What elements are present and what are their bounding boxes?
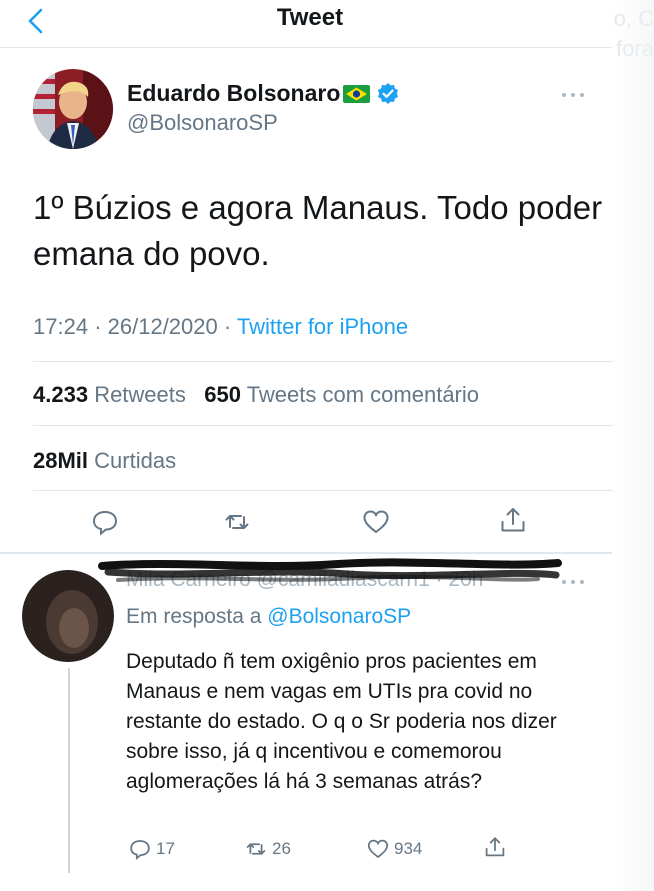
reply-more-options-icon[interactable] (560, 577, 586, 587)
retweet-icon[interactable] (222, 507, 252, 537)
reply-replies-count: 17 (156, 839, 175, 858)
reply-likes-count: 934 (394, 839, 423, 858)
like-icon (367, 839, 389, 859)
quotes-label: Tweets com comentário (246, 382, 479, 407)
author-handle[interactable]: @BolsonaroSP (127, 110, 278, 136)
reply-reply-button[interactable]: 17 (128, 837, 175, 861)
divider (33, 425, 613, 426)
engagement-stats: 4.233 Retweets 650 Tweets com comentário (33, 382, 479, 408)
photo-edge-shading (612, 0, 654, 891)
verified-badge-icon (378, 83, 398, 104)
reply-icon (130, 840, 150, 861)
retweets-count: 4.233 (33, 382, 89, 407)
tweet-source-link[interactable]: Twitter for iPhone (237, 314, 408, 339)
reply-like-button[interactable]: 934 (366, 837, 422, 861)
meta-separator: · (223, 314, 232, 339)
thread-connector-line (68, 668, 70, 873)
tweet-metadata: 17:24 · 26/12/2020 · Twitter for iPhone (33, 314, 408, 340)
redaction-scribble (98, 558, 562, 582)
quotes-stat[interactable]: 650 Tweets com comentário (204, 382, 479, 407)
reply-to-handle[interactable]: @BolsonaroSP (267, 605, 411, 628)
more-options-icon[interactable] (560, 90, 586, 100)
tweet-date: 26/12/2020 (107, 314, 218, 339)
page-title: Tweet (276, 4, 344, 31)
section-divider (0, 552, 612, 554)
header-divider (0, 47, 612, 48)
brazil-flag-icon (343, 85, 370, 103)
reply-context: Em resposta a @BolsonaroSP (126, 605, 411, 629)
retweets-stat[interactable]: 4.233 Retweets (33, 382, 186, 407)
reply-icon[interactable] (90, 507, 120, 537)
reply-text: Deputado ñ tem oxigênio pros pacientes e… (126, 650, 557, 793)
share-icon[interactable] (498, 505, 528, 535)
reply-to-label: Em resposta a (126, 605, 262, 628)
quotes-count: 650 (204, 382, 241, 407)
likes-stat[interactable]: 28Mil Curtidas (33, 448, 176, 474)
meta-separator: · (94, 314, 102, 339)
reply-retweet-button[interactable]: 26 (244, 837, 291, 861)
tweet-time: 17:24 (33, 314, 89, 339)
divider (33, 361, 613, 362)
retweet-icon (246, 843, 266, 855)
tweet-text: 1º Búzios e agora Manaus. Todo poder ema… (33, 189, 603, 272)
like-icon[interactable] (361, 507, 391, 537)
author-name[interactable]: Eduardo Bolsonaro (127, 80, 340, 107)
likes-count: 28Mil (33, 448, 89, 473)
reply-retweets-count: 26 (272, 839, 291, 858)
author-avatar[interactable] (33, 69, 113, 149)
likes-label: Curtidas (94, 448, 177, 473)
share-icon (485, 837, 505, 857)
retweets-label: Retweets (94, 382, 186, 407)
reply-share-button[interactable] (483, 835, 511, 859)
divider (33, 490, 613, 491)
